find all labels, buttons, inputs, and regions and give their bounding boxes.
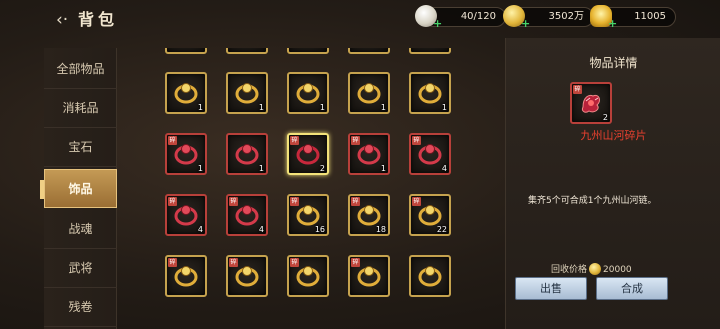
add-gold-button[interactable]: + [608,18,617,29]
item-slot[interactable]: 碎 [287,255,329,297]
gold-value: 11005 [634,11,666,22]
tab-gems[interactable]: 宝石 [44,128,117,167]
combine-button[interactable]: 合成 [596,277,668,300]
item-slot[interactable]: 1 [226,133,268,175]
add-coin-button[interactable]: + [521,18,530,29]
detail-heading: 物品详情 [589,56,638,70]
tab-consumables[interactable]: 消耗品 [44,89,117,128]
pearl-resource: + 40/120 [415,5,506,29]
item-count: 1 [258,164,264,173]
item-slot[interactable]: 碎4 [226,194,268,236]
item-slot[interactable]: 1 [348,72,390,114]
item-slot[interactable] [165,48,207,54]
item-slot[interactable]: 碎1 [348,133,390,175]
engraved-ring-icon [235,205,259,226]
recycle-label: 回收价格 [551,265,588,275]
sell-button[interactable]: 出售 [515,277,587,300]
recycle-price: 回收价格 20000 [551,263,632,277]
page-title: 背包 [78,10,119,29]
item-count: 4 [441,164,447,173]
item-count: 1 [258,103,264,112]
item-slot[interactable]: 1 [287,72,329,114]
ruby-ring-icon [174,144,198,165]
river-fragment-icon [296,144,320,165]
tab-all-items[interactable]: 全部物品 [44,50,117,89]
back-arrow-icon[interactable]: ‹· [56,10,74,30]
gold-ring-icon [174,266,198,287]
gold-ingot-resource: + 11005 [590,5,676,29]
category-sidebar: 全部物品 消耗品 宝石 饰品 战魂 武将 残卷 [40,48,117,329]
item-count: 1 [380,164,386,173]
item-count: 18 [375,225,386,234]
item-slot[interactable]: 1 [165,72,207,114]
dragon-pendant-icon [235,83,259,104]
gold-ornament-icon [357,266,381,287]
gold-ring-icon [418,83,442,104]
item-count: 1 [319,103,325,112]
tab-generals[interactable]: 武将 [44,249,117,288]
item-grid: 1 1 1 1 1 碎 1 1 碎 2 碎 1 碎 4 碎 4 碎 4 碎 16 碎 18 碎 22 碎碎碎碎 [117,48,499,329]
item-slot[interactable]: 碎 [226,255,268,297]
item-count: 1 [441,103,447,112]
item-slot[interactable] [409,255,451,297]
gold-crown-icon [235,266,259,287]
turquoise-necklace-icon [357,83,381,104]
item-count: 16 [314,225,325,234]
item-slot[interactable]: 碎 22 [409,194,451,236]
tab-war-souls[interactable]: 战魂 [44,210,117,249]
pearl-value: 40/120 [460,11,496,22]
add-pearl-button[interactable]: + [433,18,442,29]
item-count: 2 [319,164,325,173]
coin-resource: + 3502万 [503,5,594,29]
crimson-ring-icon [357,144,381,165]
gold-hairpin-icon [296,83,320,104]
dark-ring-icon [418,266,442,287]
recycle-value: 20000 [603,265,632,275]
item-slot[interactable]: 1 [226,72,268,114]
coin-value: 3502万 [548,11,584,22]
tab-accessories[interactable]: 饰品 [40,169,117,208]
item-count: 4 [258,225,264,234]
red-dragon-ornament-icon [235,144,259,165]
gold-hairpin-icon [296,266,320,287]
header: ‹· 背包 + 40/120 + 3502万 + 11005 [0,0,720,38]
detail-item-slot: 碎 2 [570,82,612,124]
item-count: 1 [380,103,386,112]
item-slot[interactable] [287,48,329,54]
ruby-band-icon [174,205,198,226]
item-slot[interactable]: 碎 [348,255,390,297]
item-slot[interactable]: 碎 18 [348,194,390,236]
item-slot[interactable]: 碎 16 [287,194,329,236]
item-slot[interactable]: 碎4 [409,133,451,175]
item-slot[interactable] [226,48,268,54]
item-count: 4 [197,225,203,234]
coin-icon [589,263,602,275]
item-slot[interactable]: 碎1 [165,133,207,175]
detail-item-count: 2 [602,113,608,122]
detail-item-name: 九州山河碎片 [580,129,647,142]
item-slot[interactable]: 碎2 [287,133,329,175]
tab-fragments[interactable]: 残卷 [44,288,117,327]
detail-description: 集齐5个可合成1个九州山河链。 [528,196,657,206]
item-slot[interactable]: 碎4 [165,194,207,236]
item-detail-panel: 物品详情 碎 2 九州山河碎片 集齐5个可合成1个九州山河链。 回收价格 2000… [505,38,720,329]
river-fragment-icon [582,94,601,113]
item-count: 22 [436,225,447,234]
item-count: 1 [197,103,203,112]
item-count: 1 [197,164,203,173]
item-slot[interactable] [348,48,390,54]
item-slot[interactable] [409,48,451,54]
item-slot[interactable]: 1 [409,72,451,114]
item-slot[interactable]: 碎 [165,255,207,297]
amethyst-necklace-icon [174,83,198,104]
red-bracelet-icon [418,144,442,165]
